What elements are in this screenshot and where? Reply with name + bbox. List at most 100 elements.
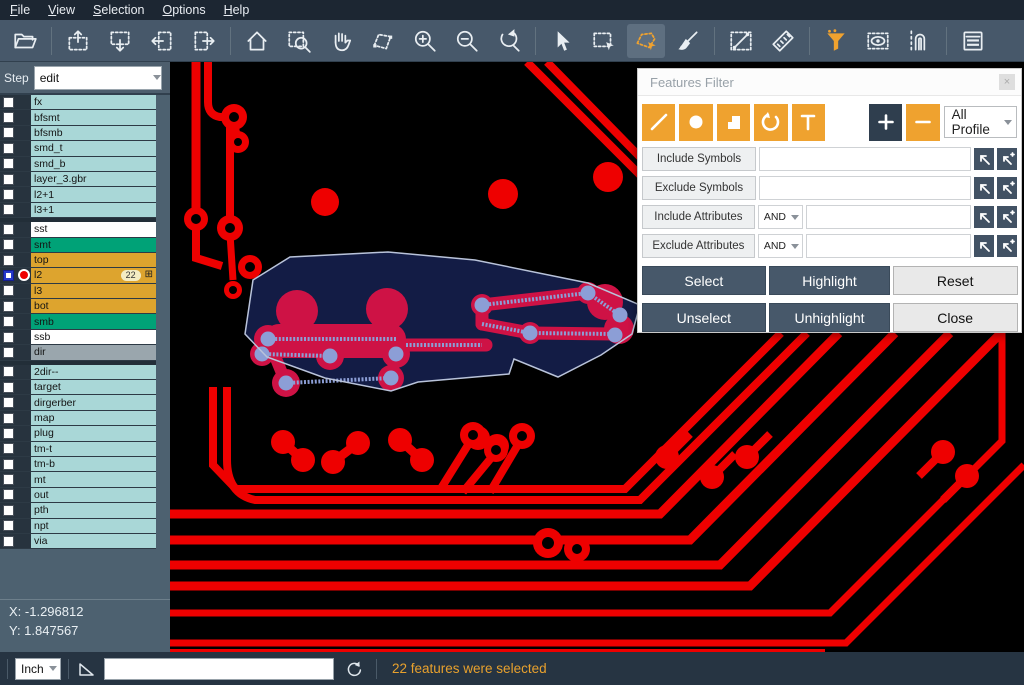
angle-icon[interactable] [76, 659, 96, 679]
exclude-symbols-button[interactable]: Exclude Symbols [642, 176, 756, 200]
layer-checkbox-l3+1[interactable] [0, 203, 16, 217]
layer-row-pth[interactable]: pth [0, 503, 156, 518]
layer-row-l3[interactable]: l3 [0, 284, 156, 299]
layer-visibility-plug[interactable] [16, 426, 31, 440]
menu-help[interactable]: Help [224, 3, 250, 17]
layer-checkbox-fx[interactable] [0, 95, 16, 109]
include-attributes-input[interactable] [806, 205, 971, 229]
layer-visibility-out[interactable] [16, 488, 31, 502]
layer-row-out[interactable]: out [0, 488, 156, 503]
menu-options[interactable]: Options [162, 3, 205, 17]
include-attributes-operator-select[interactable]: AND [758, 205, 804, 229]
layers-panel-button[interactable] [954, 24, 992, 58]
layer-row-smd_t[interactable]: smd_t [0, 141, 156, 156]
layer-row-smd_b[interactable]: smd_b [0, 157, 156, 172]
layer-visibility-target[interactable] [16, 380, 31, 394]
layer-visibility-mt[interactable] [16, 472, 31, 486]
layer-row-tm-b[interactable]: tm-b [0, 457, 156, 472]
layer-checkbox-dir[interactable] [0, 345, 16, 359]
layer-visibility-bfsmt[interactable] [16, 110, 31, 124]
open-file-button[interactable] [6, 24, 44, 58]
remove-mode-button[interactable] [906, 104, 939, 141]
layer-visibility-l2+1[interactable] [16, 187, 31, 201]
layer-checkbox-l3[interactable] [0, 284, 16, 298]
layer-visibility-dir[interactable] [16, 345, 31, 359]
layer-checkbox-top[interactable] [0, 253, 16, 267]
unhighlight-button[interactable]: Unhighlight [769, 303, 890, 332]
surface-tool-button[interactable] [717, 104, 750, 141]
pick-from-canvas-button[interactable] [974, 206, 994, 228]
pick-from-canvas-button[interactable] [974, 177, 994, 199]
layer-checkbox-dirgerber[interactable] [0, 395, 16, 409]
zoom-area-button[interactable] [280, 24, 318, 58]
layer-checkbox-bfsmt[interactable] [0, 110, 16, 124]
layer-checkbox-smd_b[interactable] [0, 157, 16, 171]
layer-checkbox-ssb[interactable] [0, 330, 16, 344]
exclude-attributes-input[interactable] [806, 234, 971, 258]
layer-row-via[interactable]: via [0, 534, 156, 549]
layer-visibility-smt[interactable] [16, 238, 31, 252]
layer-visibility-pth[interactable] [16, 503, 31, 517]
layer-row-map[interactable]: map [0, 411, 156, 426]
layer-row-npt[interactable]: npt [0, 519, 156, 534]
arc-tool-button[interactable] [754, 104, 787, 141]
pan-right-button[interactable] [185, 24, 223, 58]
reset-button[interactable]: Reset [893, 266, 1018, 295]
menu-file[interactable]: File [10, 3, 30, 17]
pan-down-button[interactable] [101, 24, 139, 58]
layer-checkbox-smt[interactable] [0, 238, 16, 252]
exclude-symbols-input[interactable] [759, 176, 971, 200]
layer-row-dir[interactable]: dir [0, 345, 156, 360]
layer-visibility-l3[interactable] [16, 284, 31, 298]
layer-visibility-ssb[interactable] [16, 330, 31, 344]
zoom-polygon-button[interactable] [364, 24, 402, 58]
layer-row-bfsmt[interactable]: bfsmt [0, 110, 156, 125]
snap-mode-button[interactable] [901, 24, 939, 58]
layer-checkbox-l2[interactable] [0, 268, 16, 282]
pad-tool-button[interactable] [679, 104, 712, 141]
pick-from-canvas-button[interactable] [974, 148, 994, 170]
pick-add-from-canvas-button[interactable] [997, 148, 1017, 170]
layer-row-target[interactable]: target [0, 380, 156, 395]
layer-row-layer_3.gbr[interactable]: layer_3.gbr [0, 172, 156, 187]
layer-checkbox-layer_3.gbr[interactable] [0, 172, 16, 186]
grid-icon[interactable]: ⊞ [145, 270, 153, 280]
select-cursor-button[interactable] [543, 24, 581, 58]
layer-visibility-smd_b[interactable] [16, 157, 31, 171]
measure-ruler-button[interactable] [764, 24, 802, 58]
layer-visibility-npt[interactable] [16, 519, 31, 533]
layer-checkbox-map[interactable] [0, 411, 16, 425]
unselect-button[interactable]: Unselect [642, 303, 767, 332]
exclude-attributes-button[interactable]: Exclude Attributes [642, 234, 755, 258]
pick-from-canvas-button[interactable] [974, 235, 994, 257]
profile-select[interactable]: All Profile [944, 106, 1017, 138]
highlight-button[interactable]: Highlight [769, 266, 890, 295]
features-filter-button[interactable] [817, 24, 855, 58]
layer-checkbox-smb[interactable] [0, 314, 16, 328]
layer-row-bfsmb[interactable]: bfsmb [0, 126, 156, 141]
layer-row-2dir--[interactable]: 2dir-- [0, 365, 156, 380]
include-attributes-button[interactable]: Include Attributes [642, 205, 755, 229]
pan-left-button[interactable] [143, 24, 181, 58]
layer-visibility-layer_3.gbr[interactable] [16, 172, 31, 186]
dialog-title-bar[interactable]: Features Filter × [638, 69, 1021, 96]
pick-add-from-canvas-button[interactable] [997, 206, 1017, 228]
layer-checkbox-tm-t[interactable] [0, 442, 16, 456]
layer-visibility-tm-t[interactable] [16, 442, 31, 456]
layer-row-smt[interactable]: smt [0, 238, 156, 253]
layer-row-l2[interactable]: l222⊞ [0, 268, 156, 283]
layer-visibility-bot[interactable] [16, 299, 31, 313]
select-rectangle-button[interactable] [585, 24, 623, 58]
close-button[interactable]: Close [893, 303, 1018, 332]
layer-checkbox-l2+1[interactable] [0, 187, 16, 201]
layer-checkbox-out[interactable] [0, 488, 16, 502]
layer-checkbox-pth[interactable] [0, 503, 16, 517]
layer-row-smb[interactable]: smb [0, 314, 156, 329]
command-input[interactable] [104, 658, 334, 680]
pick-add-from-canvas-button[interactable] [997, 177, 1017, 199]
layer-row-dirgerber[interactable]: dirgerber [0, 395, 156, 410]
zoom-previous-button[interactable] [490, 24, 528, 58]
layer-visibility-tm-b[interactable] [16, 457, 31, 471]
add-mode-button[interactable] [869, 104, 902, 141]
layer-row-l2+1[interactable]: l2+1 [0, 187, 156, 202]
